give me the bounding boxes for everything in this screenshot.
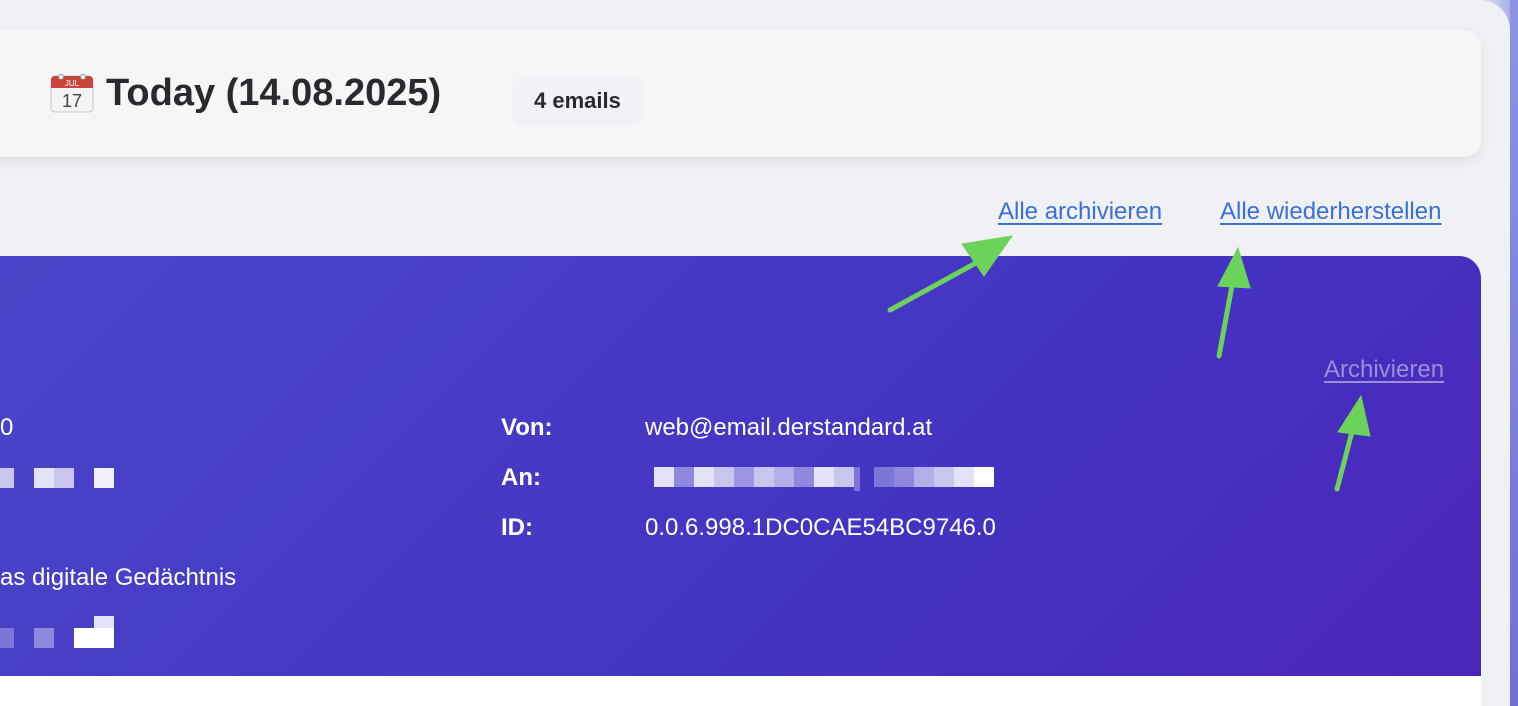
redacted-recipient <box>654 467 994 491</box>
archive-all-link[interactable]: Alle archivieren <box>998 198 1162 226</box>
sender-name-fragment: 0 <box>0 414 14 441</box>
id-value: 0.0.6.998.1DC0CAE54BC9746.0 <box>645 514 996 541</box>
redacted-text <box>0 468 116 488</box>
restore-all-link[interactable]: Alle wiederherstellen <box>1220 198 1441 226</box>
from-label: Von: <box>501 414 553 441</box>
day-group-header: JUL 17 Today (14.08.2025) 4 emails <box>0 30 1481 157</box>
svg-text:17: 17 <box>62 91 82 111</box>
day-title: Today (14.08.2025) <box>106 72 442 114</box>
id-label: ID: <box>501 514 533 541</box>
from-value: web@email.derstandard.at <box>645 414 933 441</box>
calendar-icon: JUL 17 <box>50 74 94 113</box>
svg-text:JUL: JUL <box>65 79 80 88</box>
archive-button[interactable]: Archivieren <box>1324 356 1444 384</box>
to-label: An: <box>501 464 541 491</box>
redacted-text <box>0 616 116 648</box>
card-footer <box>0 676 1481 706</box>
window-edge <box>1510 0 1518 706</box>
email-subject: as digitale Gedächtnis <box>0 564 237 591</box>
email-count-badge: 4 emails <box>512 76 643 126</box>
